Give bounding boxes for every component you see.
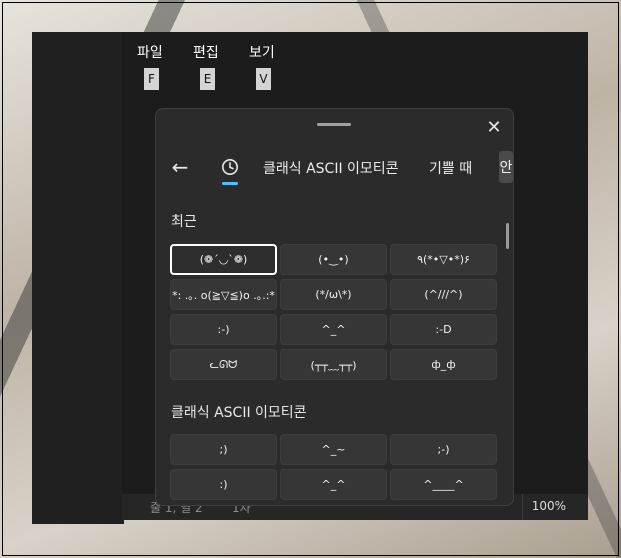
arrow-left-icon: ← <box>171 155 189 179</box>
menu-view[interactable]: 보기 <box>249 42 275 62</box>
emoticon-button[interactable]: (•‿•) <box>280 244 387 275</box>
menu-edit[interactable]: 편집 <box>193 42 219 62</box>
emoticon-button[interactable]: ^____^ <box>390 469 497 500</box>
section-title-recent: 최근 <box>171 214 197 230</box>
active-tab-indicator <box>222 182 238 185</box>
menu-file[interactable]: 파일 <box>137 42 163 62</box>
keytip-view: V <box>256 68 271 90</box>
emoji-panel: ✕ ← 클래식 ASCII 이모티콘 기쁠 때 안 최근 (❁´◡`❁) (•‿•… <box>155 108 514 506</box>
emoticon-button[interactable]: ;-) <box>390 434 497 465</box>
emoticon-button[interactable]: (*/ω\*) <box>280 279 387 310</box>
tab-recent[interactable] <box>218 153 242 181</box>
emoticon-button[interactable]: ф_ф <box>390 349 497 380</box>
drag-handle[interactable] <box>317 123 351 126</box>
side-pane <box>32 32 124 524</box>
emoticon-button[interactable]: :) <box>170 469 277 500</box>
category-tabs: ← 클래식 ASCII 이모티콘 기쁠 때 안 <box>156 149 513 189</box>
emoticon-button[interactable]: *: .｡. o(≧▽≦)o .｡.:* <box>170 279 277 310</box>
emoticon-button[interactable]: (^///^) <box>390 279 497 310</box>
emoticon-button[interactable]: :-D <box>390 314 497 345</box>
emoticon-button[interactable]: :-) <box>170 314 277 345</box>
emoticon-button[interactable]: ^_~ <box>280 434 387 465</box>
menu-bar: 파일 편집 보기 <box>122 36 588 66</box>
status-divider <box>522 494 523 520</box>
back-button[interactable]: ← <box>168 153 192 181</box>
close-button[interactable]: ✕ <box>482 115 506 139</box>
emoticon-button[interactable]: ;) <box>170 434 277 465</box>
tab-overflow[interactable]: 안 <box>499 151 513 183</box>
keytip-edit: E <box>200 68 215 90</box>
zoom-level: 100% <box>531 499 566 513</box>
tab-classic-ascii[interactable]: 클래식 ASCII 이모티콘 <box>263 158 399 178</box>
emoticon-button[interactable]: (❁´◡`❁) <box>170 244 277 275</box>
section-title-classic: 클래식 ASCII 이모티콘 <box>171 405 307 421</box>
emoticon-button[interactable]: (┬┬﹏┬┬) <box>280 349 387 380</box>
clock-icon <box>222 159 238 175</box>
scrollbar-thumb[interactable] <box>506 223 509 249</box>
keytip-file: F <box>144 68 159 90</box>
emoticon-button[interactable]: ٩(*•▽•*)۶ <box>390 244 497 275</box>
close-icon: ✕ <box>486 116 502 138</box>
emoticon-button[interactable]: ^_^ <box>280 469 387 500</box>
tab-happy[interactable]: 기쁠 때 <box>429 158 472 178</box>
emoticon-button[interactable]: ᓚᘏᗢ <box>170 349 277 380</box>
tab-partial-label: 안 <box>499 160 513 176</box>
emoticon-button[interactable]: ^_^ <box>280 314 387 345</box>
